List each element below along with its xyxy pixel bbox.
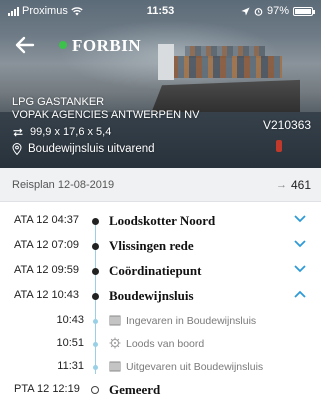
timeline-event: 10:51 Loods van boord: [0, 333, 321, 353]
stop-name: Boudewijnsluis: [109, 288, 194, 303]
chevron-down-icon[interactable]: [293, 213, 307, 225]
event-dot: [93, 319, 98, 324]
timeline-stop[interactable]: ATA 12 10:43 Boudewijnsluis: [0, 285, 321, 305]
event-text: Loods van boord: [126, 338, 205, 350]
lock-gate-icon: [109, 315, 121, 326]
event-text: Uitgevaren uit Boudewijnsluis: [126, 361, 264, 373]
battery-percent: 97%: [266, 5, 289, 17]
event-text: Ingevaren in Boudewijnsluis: [126, 315, 257, 327]
stop-dot: [92, 293, 99, 300]
buoy: [276, 140, 282, 152]
chevron-up-icon[interactable]: [293, 288, 307, 300]
reisplan-label: Reisplan 12-08-2019: [12, 179, 115, 191]
alarm-icon: [254, 7, 263, 16]
stop-name: Vlissingen rede: [109, 238, 194, 253]
voyage-timeline: ATA 12 04:37 Loodskotter Noord ATA 12 07…: [0, 202, 321, 403]
timeline-planned-stop[interactable]: PTA 12 12:19 Gemeerd: [0, 379, 321, 399]
timeline-stop[interactable]: ATA 12 09:59 Coördinatiepunt: [0, 260, 321, 280]
chevron-down-icon[interactable]: [293, 238, 307, 250]
timeline-event: 10:43 Ingevaren in Boudewijnsluis: [0, 310, 321, 330]
vessel-dimensions: 99,9 x 17,6 x 5,4: [12, 126, 111, 138]
stop-name: Coördinatiepunt: [109, 263, 202, 278]
event-dot: [93, 342, 98, 347]
reisplan-bar[interactable]: Reisplan 12-08-2019 → 461: [0, 168, 321, 202]
vessel-code: V210363: [263, 118, 312, 132]
pilot-wheel-icon: [109, 337, 121, 349]
timeline-stop[interactable]: ATA 12 04:37 Loodskotter Noord: [0, 210, 321, 230]
event-time: 10:43: [56, 314, 84, 326]
stop-time: ATA 12 10:43: [14, 289, 80, 301]
vessel-location: Boudewijnsluis uitvarend: [12, 143, 155, 155]
stop-time: PTA 12 12:19: [14, 383, 80, 395]
timeline-stop[interactable]: ATA 12 07:09 Vlissingen rede: [0, 235, 321, 255]
event-time: 10:51: [56, 337, 84, 349]
stop-dot: [92, 243, 99, 250]
battery-icon: [293, 6, 315, 16]
status-right: 97%: [241, 5, 315, 17]
chevron-down-icon[interactable]: [293, 263, 307, 275]
stop-name: Loodskotter Noord: [109, 213, 216, 228]
vessel-agent: VOPAK AGENCIES ANTWERPEN NV: [12, 109, 200, 121]
location-arrow-icon: [241, 6, 250, 16]
location-value: Boudewijnsluis uitvarend: [28, 143, 155, 155]
stop-dot: [92, 268, 99, 275]
stop-name: Gemeerd: [109, 382, 161, 397]
vessel-name: FORBIN: [72, 36, 142, 55]
reisplan-count-value: 461: [290, 178, 311, 192]
timeline-event: 11:31 Uitgevaren uit Boudewijnsluis: [0, 356, 321, 376]
swap-arrows-icon: [13, 128, 23, 136]
back-arrow-icon[interactable]: [12, 32, 38, 58]
stop-time: ATA 12 07:09: [14, 239, 80, 251]
lock-gate-icon: [109, 361, 121, 372]
event-dot: [93, 365, 98, 370]
vessel-type: LPG GASTANKER: [12, 96, 105, 108]
event-time: 11:31: [57, 360, 84, 372]
vessel-status-dot: [59, 41, 67, 49]
map-pin-icon: [12, 143, 22, 155]
title-bar: FORBIN: [0, 28, 321, 62]
stop-dot: [92, 218, 99, 225]
status-bar: Proximus 11:53 97%: [0, 0, 321, 22]
reisplan-count[interactable]: → 461: [276, 178, 311, 192]
arrow-right-icon: →: [275, 179, 287, 191]
stop-time: ATA 12 09:59: [14, 264, 80, 276]
dimensions-value: 99,9 x 17,6 x 5,4: [30, 126, 112, 138]
stop-time: ATA 12 04:37: [14, 214, 80, 226]
stop-dot-open: [91, 386, 99, 394]
